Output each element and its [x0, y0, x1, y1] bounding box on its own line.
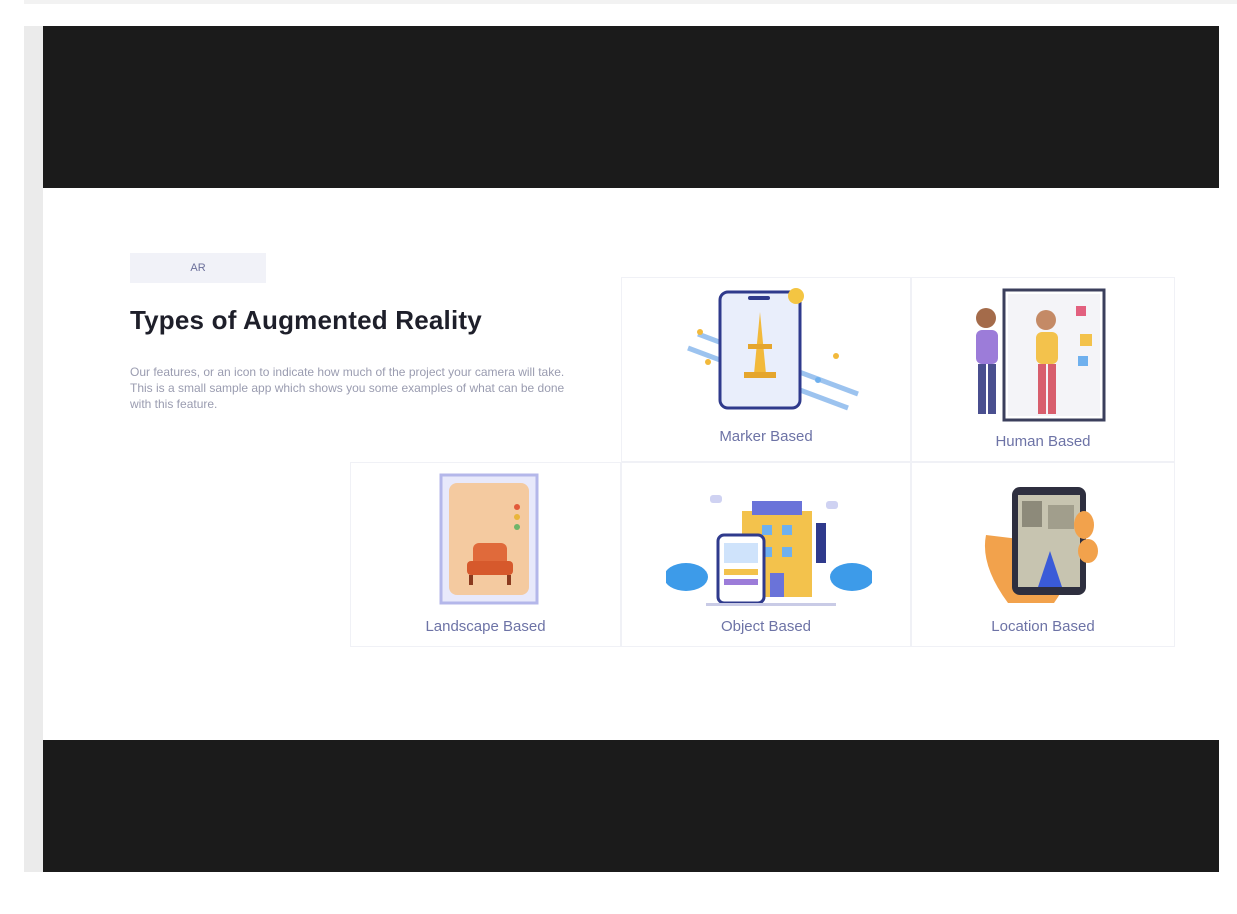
top-edge	[0, 0, 1237, 4]
hand-phone-map-illustration	[984, 487, 1098, 603]
left-gutter	[0, 0, 24, 914]
phone-eiffel-tower-illustration	[687, 288, 859, 411]
card-label: Human Based	[995, 433, 1091, 450]
card-label: Marker Based	[719, 428, 813, 445]
armchair-phone-illustration	[439, 473, 539, 605]
bottom-dark-band	[43, 740, 1219, 872]
people-mirror-illustration	[976, 288, 1106, 422]
card-human-based[interactable]: Human Based	[911, 277, 1175, 462]
section-description: Our features, or an icon to indicate how…	[130, 365, 565, 411]
top-dark-band	[43, 26, 1219, 188]
card-label: Location Based	[991, 618, 1095, 635]
card-landscape-based[interactable]: Landscape Based	[350, 462, 621, 647]
card-label: Object Based	[720, 618, 812, 635]
card-marker-based[interactable]: Marker Based	[621, 277, 911, 462]
building-phone-illustration	[666, 495, 872, 606]
card-location-based[interactable]: Location Based	[911, 462, 1175, 647]
card-label: Landscape Based	[425, 618, 546, 635]
section-badge: AR	[130, 253, 266, 283]
left-scroll-strip	[24, 26, 43, 872]
card-object-based[interactable]: Object Based	[621, 462, 911, 647]
page-title: Types of Augmented Reality	[130, 305, 482, 335]
